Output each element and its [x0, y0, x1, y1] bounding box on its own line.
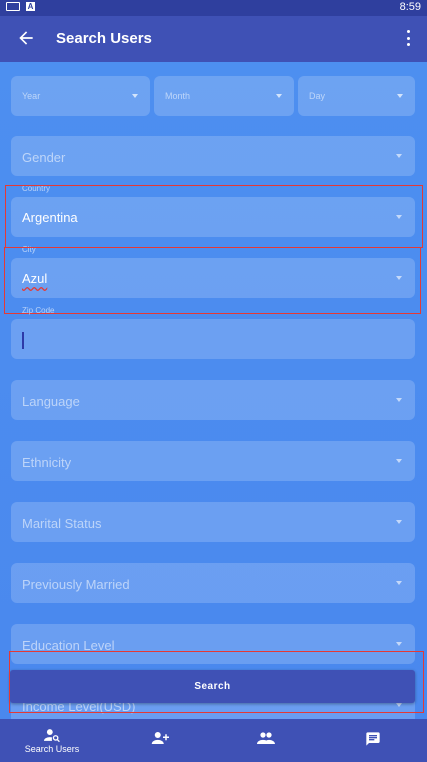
- language-select[interactable]: Language: [11, 380, 415, 420]
- ethnicity-select[interactable]: Ethnicity: [11, 441, 415, 481]
- chevron-down-icon: [396, 276, 402, 280]
- chevron-down-icon: [396, 215, 402, 219]
- zip-code-label: Zip Code: [22, 306, 55, 315]
- chevron-down-icon: [397, 94, 403, 98]
- day-label: Day: [309, 91, 326, 101]
- nav-people[interactable]: [216, 719, 316, 762]
- chevron-down-icon: [132, 94, 138, 98]
- chevron-down-icon: [396, 154, 402, 158]
- person-search-icon: [44, 729, 60, 743]
- year-label: Year: [22, 91, 41, 101]
- month-select[interactable]: Month: [154, 76, 294, 116]
- nav-search-users[interactable]: Search Users: [2, 719, 102, 762]
- chevron-down-icon: [396, 703, 402, 707]
- education-level-select[interactable]: Education Level: [11, 624, 415, 664]
- city-label: City: [22, 245, 36, 254]
- arrow-left-icon[interactable]: [16, 28, 36, 48]
- bottom-nav: Search Users: [0, 719, 427, 762]
- previously-married-label: Previously Married: [22, 577, 130, 592]
- year-select[interactable]: Year: [11, 76, 150, 116]
- message-icon: [366, 732, 380, 746]
- previously-married-select[interactable]: Previously Married: [11, 563, 415, 603]
- gender-select[interactable]: Gender: [11, 136, 415, 176]
- search-button[interactable]: Search: [10, 670, 415, 703]
- chevron-down-icon: [396, 398, 402, 402]
- chevron-down-icon: [396, 581, 402, 585]
- month-label: Month: [165, 91, 191, 101]
- country-label: Country: [22, 184, 51, 193]
- a-icon: A: [26, 2, 35, 11]
- marital-status-label: Marital Status: [22, 516, 102, 531]
- people-icon: [257, 732, 275, 744]
- nav-search-users-label: Search Users: [24, 744, 80, 754]
- chevron-down-icon: [396, 642, 402, 646]
- gender-label: Gender: [22, 150, 66, 165]
- marital-status-select[interactable]: Marital Status: [11, 502, 415, 542]
- city-select[interactable]: City Azul: [11, 245, 415, 298]
- language-label: Language: [22, 394, 80, 409]
- page-title: Search Users: [56, 30, 152, 47]
- keyboard-icon: [6, 2, 20, 11]
- ethnicity-label: Ethnicity: [22, 455, 72, 470]
- city-value: Azul: [22, 271, 48, 286]
- search-form: Year Month Day Gender Country Argentina …: [0, 62, 427, 719]
- app-bar: Search Users: [0, 16, 427, 62]
- text-cursor: [22, 332, 24, 349]
- chevron-down-icon: [396, 520, 402, 524]
- status-bar: A 8:59: [0, 0, 427, 16]
- nav-add-user[interactable]: [110, 719, 210, 762]
- nav-messages[interactable]: [323, 719, 423, 762]
- country-select[interactable]: Country Argentina: [11, 184, 415, 237]
- status-time: 8:59: [399, 1, 421, 13]
- more-vert-icon[interactable]: [405, 30, 411, 46]
- education-level-label: Education Level: [22, 638, 115, 653]
- chevron-down-icon: [396, 459, 402, 463]
- country-value: Argentina: [22, 210, 78, 225]
- zip-code-field[interactable]: Zip Code: [11, 306, 415, 359]
- person-add-icon: [151, 732, 169, 744]
- chevron-down-icon: [276, 94, 282, 98]
- day-select[interactable]: Day: [298, 76, 415, 116]
